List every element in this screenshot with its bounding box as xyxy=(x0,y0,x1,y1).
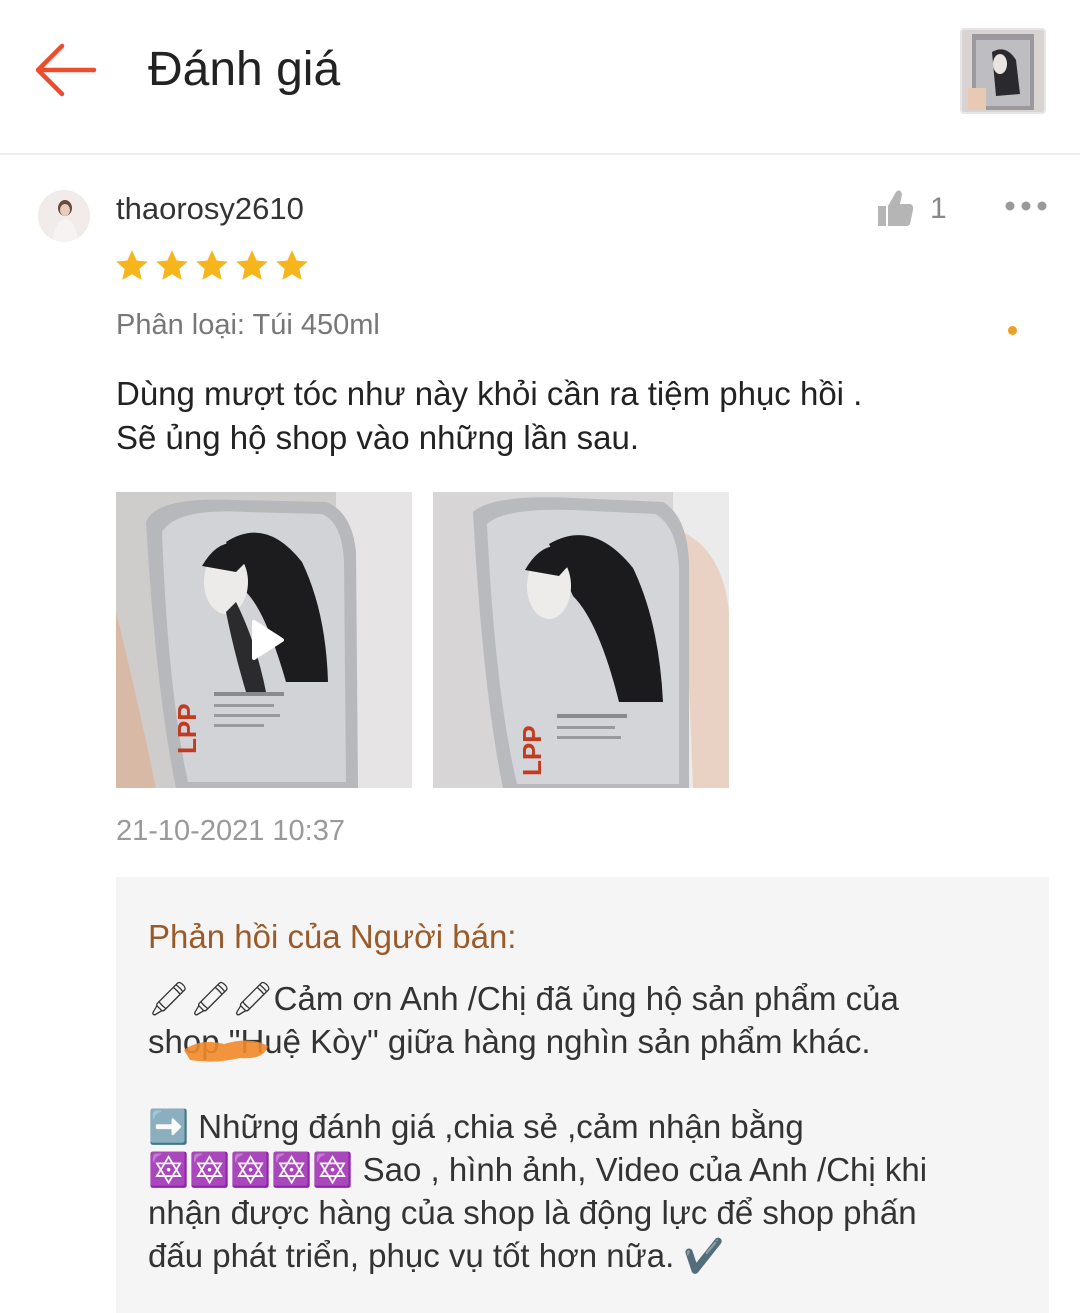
username[interactable]: thaorosy2610 xyxy=(116,190,304,228)
seller-reply-paragraph: 🖍🖍🖍Cảm ơn Anh /Chị đã ủng hộ sản phẩm củ… xyxy=(148,980,899,1060)
star-icon xyxy=(276,250,308,280)
review-timestamp: 21-10-2021 10:37 xyxy=(116,815,345,847)
star-icon xyxy=(156,250,188,280)
seller-reply-title: Phản hồi của Người bán: xyxy=(148,918,517,955)
product-photo: LPP xyxy=(433,492,729,788)
review-text: Dùng mượt tóc như này khỏi cần ra tiệm p… xyxy=(116,375,863,456)
packaging-brand-text: LPP xyxy=(172,703,202,754)
seller-reply: Phản hồi của Người bán: 🖍🖍🖍Cảm ơn Anh /C… xyxy=(116,877,1049,1313)
top-bar: Đánh giá xyxy=(0,0,1080,155)
arrow-left-icon xyxy=(35,43,97,97)
product-thumbnail[interactable] xyxy=(960,28,1046,114)
avatar[interactable] xyxy=(38,190,90,242)
like-button[interactable] xyxy=(876,186,916,230)
play-button[interactable] xyxy=(236,600,296,680)
product-image xyxy=(962,30,1044,112)
review-photo[interactable]: LPP xyxy=(433,492,729,788)
indicator-dot xyxy=(1008,326,1017,335)
more-options-button[interactable] xyxy=(1000,196,1052,216)
more-dots-icon xyxy=(1005,201,1047,211)
star-rating xyxy=(114,248,310,286)
avatar-image xyxy=(38,190,90,242)
like-count: 1 xyxy=(930,192,947,225)
packaging-brand-text: LPP xyxy=(517,725,547,776)
product-variation: Phân loại: Túi 450ml xyxy=(116,309,380,341)
star-icon xyxy=(196,250,228,280)
page-title: Đánh giá xyxy=(148,43,341,96)
star-icon xyxy=(236,250,268,280)
seller-reply-paragraph: ➡️ Những đánh giá ,chia sẻ ,cảm nhận bằn… xyxy=(148,1108,928,1274)
back-button[interactable] xyxy=(30,38,100,102)
thumbs-up-icon xyxy=(878,190,914,226)
star-icon xyxy=(116,250,148,280)
play-icon xyxy=(252,620,284,660)
